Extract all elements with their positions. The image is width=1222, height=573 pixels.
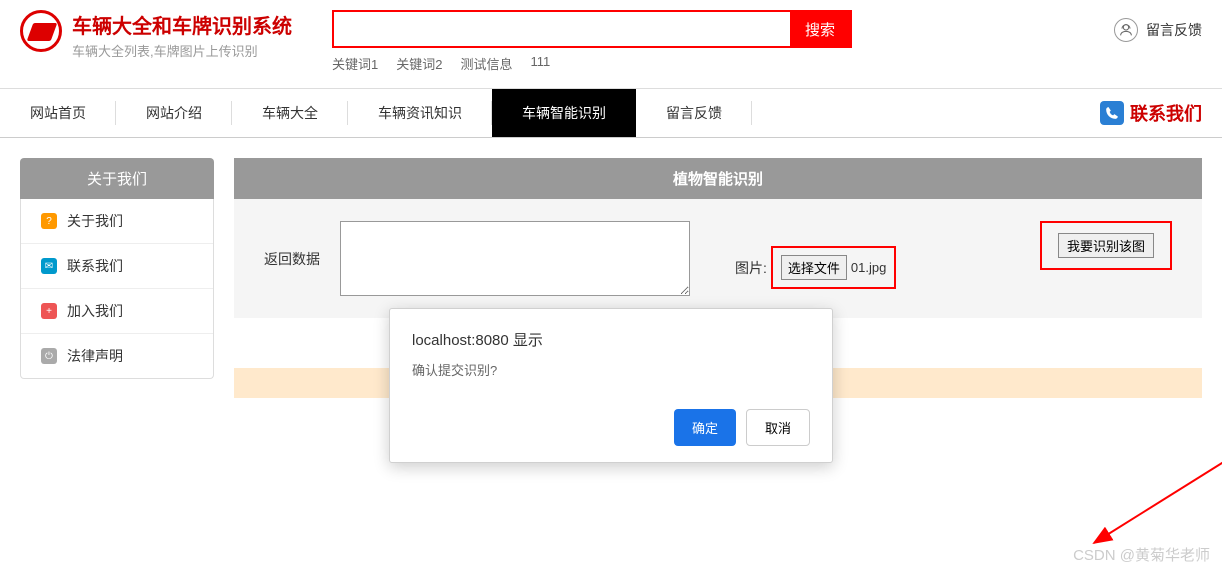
contact-label: 联系我们 [1130,100,1202,126]
site-title: 车辆大全和车牌识别系统 [72,10,292,39]
sidebar-item-label: 关于我们 [67,211,123,231]
keyword-list: 关键词1 关键词2 测试信息 111 [332,54,852,73]
keyword-link[interactable]: 关键词1 [332,54,378,73]
search-input[interactable] [334,12,790,46]
nav-about[interactable]: 网站介绍 [116,89,232,137]
headset-icon [1114,18,1138,42]
sidebar-item-join[interactable]: + 加入我们 [21,289,213,334]
sidebar-item-contact[interactable]: ✉ 联系我们 [21,244,213,289]
sidebar-item-label: 联系我们 [67,256,123,276]
recognize-button[interactable]: 我要识别该图 [1058,233,1154,258]
sidebar-title: 关于我们 [20,158,214,199]
sidebar: 关于我们 ? 关于我们 ✉ 联系我们 + 加入我们 ⏻ 法律声明 [20,158,214,398]
nav-knowledge[interactable]: 车辆资讯知识 [348,89,492,137]
watermark: CSDN @黄菊华老师 [1073,544,1210,565]
choose-file-button[interactable]: 选择文件 [781,255,847,280]
sidebar-item-about[interactable]: ? 关于我们 [21,199,213,244]
nav-recognition[interactable]: 车辆智能识别 [492,89,636,137]
image-upload-label: 图片: [735,258,767,278]
sidebar-item-label: 加入我们 [67,301,123,321]
dialog-title: localhost:8080 显示 [412,329,810,350]
search-button[interactable]: 搜索 [790,12,850,46]
question-icon: ? [41,213,57,229]
nav-home[interactable]: 网站首页 [0,89,116,137]
logo-icon [20,10,62,52]
selected-file-name: 01.jpg [851,260,886,275]
sidebar-item-label: 法律声明 [67,346,123,366]
nav-feedback[interactable]: 留言反馈 [636,89,752,137]
lock-icon: + [41,303,57,319]
sidebar-item-legal[interactable]: ⏻ 法律声明 [21,334,213,378]
file-highlight-box: 选择文件 01.jpg [771,246,896,289]
logo-area: 车辆大全和车牌识别系统 车辆大全列表,车牌图片上传识别 [20,10,292,60]
keyword-link[interactable]: 测试信息 [460,54,512,73]
return-data-textarea[interactable] [340,221,690,296]
phone-icon [1100,101,1124,125]
dialog-ok-button[interactable]: 确定 [674,409,736,446]
mail-icon: ✉ [41,258,57,274]
return-data-label: 返回数据 [264,221,320,269]
keyword-link[interactable]: 111 [530,54,550,73]
contact-us-link[interactable]: 联系我们 [1100,100,1222,126]
nav-vehicles[interactable]: 车辆大全 [232,89,348,137]
panel-title: 植物智能识别 [234,158,1202,199]
dialog-cancel-button[interactable]: 取消 [746,409,810,446]
feedback-label: 留言反馈 [1146,20,1202,40]
feedback-link[interactable]: 留言反馈 [1114,18,1202,42]
recognize-highlight-box: 我要识别该图 [1040,221,1172,270]
confirm-dialog: localhost:8080 显示 确认提交识别? 确定 取消 [389,308,833,463]
search-box: 搜索 [332,10,852,48]
keyword-link[interactable]: 关键词2 [396,54,442,73]
content-area: 植物智能识别 返回数据 图片: 选择文件 01.jpg 我要识别该图 local… [234,158,1202,398]
power-icon: ⏻ [41,348,57,364]
main-nav: 网站首页 网站介绍 车辆大全 车辆资讯知识 车辆智能识别 留言反馈 联系我们 [0,88,1222,138]
site-subtitle: 车辆大全列表,车牌图片上传识别 [72,41,292,60]
dialog-message: 确认提交识别? [412,360,810,379]
